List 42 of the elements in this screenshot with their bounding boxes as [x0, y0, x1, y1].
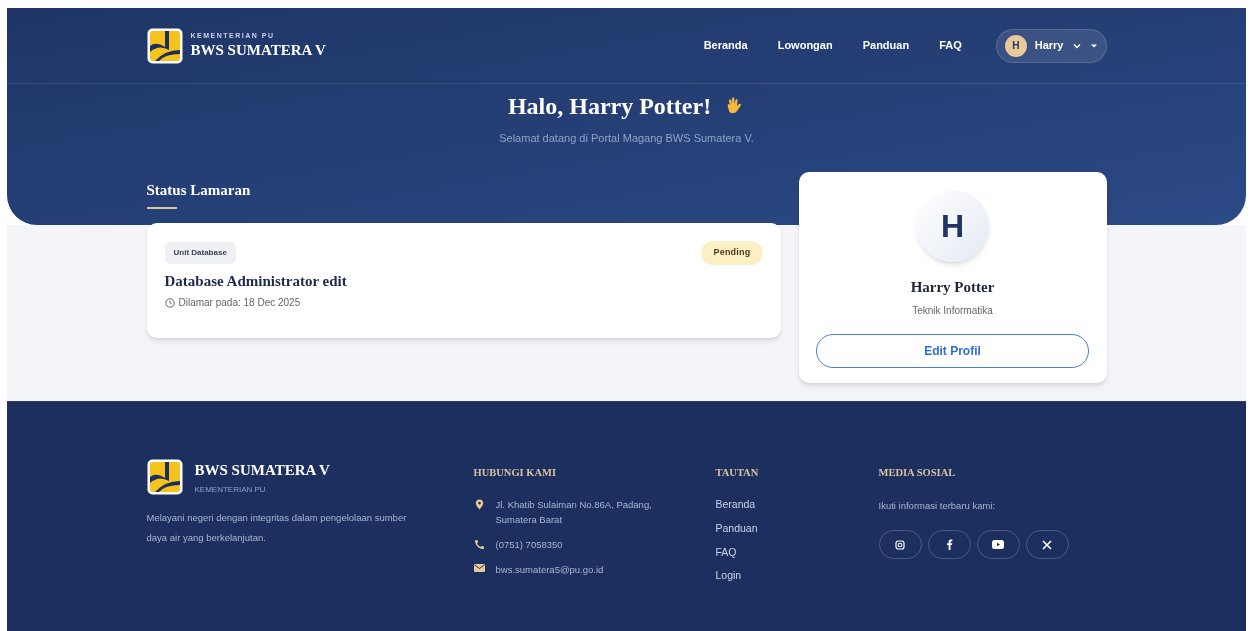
social-text: Ikuti informasi terbaru kami:: [878, 499, 997, 513]
x-logo-icon: [1042, 539, 1052, 550]
profile-avatar: H: [916, 190, 989, 262]
edit-profile-button[interactable]: Edit Profil: [816, 333, 1089, 368]
envelope-icon: [474, 564, 485, 572]
column-heading: MEDIA SOSIAL: [878, 467, 956, 478]
contact-text: Jl. Khatib Sulaiman No.86A, Padang, Sumatera Barat: [495, 498, 653, 527]
profile-name: Harry Potter: [910, 278, 995, 297]
footer-link[interactable]: Panduan: [715, 520, 879, 537]
applied-date: Dilamar pada: 18 Dec 2025: [178, 296, 301, 310]
facebook-icon: [945, 539, 953, 551]
profile-major: Teknik Informatika: [912, 303, 993, 318]
footer-link[interactable]: FAQ: [715, 544, 879, 561]
greeting-subtitle: Selamat datang di Portal Magang BWS Sumatera V.: [499, 131, 754, 146]
location-pin-icon: [475, 499, 484, 510]
instagram-icon: [895, 539, 905, 550]
nav-link[interactable]: Lowongan: [777, 37, 833, 54]
phone-icon: [474, 539, 485, 550]
footer-ministry: KEMENTERIAN PU: [194, 483, 267, 496]
logo-icon: [146, 27, 183, 64]
video-play-icon: [992, 540, 1004, 550]
caret-icon: [1089, 42, 1098, 49]
nav-link[interactable]: FAQ: [939, 37, 962, 54]
unit-tag: Unit Database: [164, 241, 236, 264]
contact-text: bws.sumatera5@pu.go.id: [495, 563, 605, 577]
footer-link[interactable]: Beranda: [715, 497, 879, 513]
column-heading: TAUTAN: [715, 467, 759, 478]
footer-brand-name: BWS SUMATERA V: [194, 461, 330, 480]
footer-link[interactable]: Login: [715, 568, 879, 584]
logo-icon: [146, 459, 183, 496]
section-heading: Status Lamaran: [146, 182, 251, 198]
position-title: Database Administrator edit: [164, 271, 348, 291]
status-badge: Pending: [701, 241, 763, 265]
brand-name: BWS SUMATERA V: [190, 41, 326, 61]
nav-link[interactable]: Beranda: [703, 37, 748, 54]
user-menu-button[interactable]: H Harry: [995, 28, 1107, 63]
contact-text: (0751) 7058350: [495, 538, 564, 552]
footer-description: Melayani negeri dengan integritas dalam pengelolaan sumber daya air yang berkelanjutan.: [146, 510, 408, 545]
clock-icon: [164, 297, 175, 308]
greeting-title: Halo, Harry Potter!: [507, 92, 712, 121]
nav-link[interactable]: Panduan: [862, 37, 910, 54]
column-heading: HUBUNGI KAMI: [473, 467, 557, 478]
